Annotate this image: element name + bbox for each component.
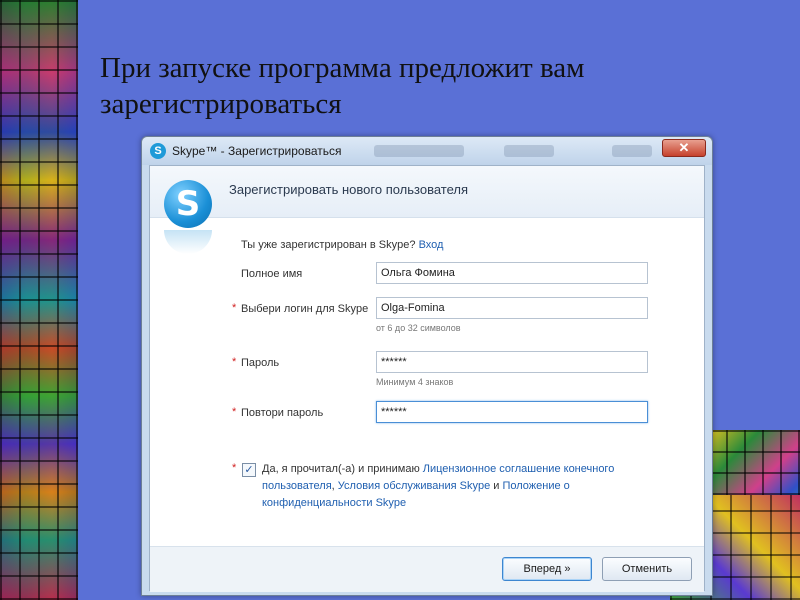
window-titlebar[interactable]: S Skype™ - Зарегистрироваться ✕ <box>142 137 712 165</box>
background-window-ghost <box>612 145 652 157</box>
comma-separator: , <box>331 480 335 492</box>
required-mark: * <box>232 302 237 314</box>
button-bar: Вперед » Отменить <box>150 546 704 592</box>
password-input[interactable] <box>376 351 648 373</box>
repeat-password-label: Повтори пароль <box>241 407 324 419</box>
repeat-password-input[interactable] <box>376 401 648 423</box>
full-name-label: Полное имя <box>241 268 303 280</box>
cancel-button[interactable]: Отменить <box>602 557 692 581</box>
window-client-area: Зарегистрировать нового пользователя S Т… <box>149 165 705 592</box>
password-label: Пароль <box>241 357 280 369</box>
skype-icon: S <box>150 143 166 159</box>
slide-title: При запуске программа предложит вам заре… <box>100 52 585 120</box>
and-text: и <box>493 480 500 492</box>
skype-register-window: S Skype™ - Зарегистрироваться ✕ Зарегист… <box>141 136 713 596</box>
close-button[interactable]: ✕ <box>662 139 706 157</box>
skype-logo-icon: S <box>164 180 212 228</box>
agreement-text: Да, я прочитал(-а) и принимаю Лицензионн… <box>262 461 662 512</box>
terms-link[interactable]: Условия обслуживания Skype <box>338 480 490 492</box>
full-name-input[interactable] <box>376 262 648 284</box>
background-window-ghost <box>374 145 464 157</box>
background-window-ghost <box>504 145 554 157</box>
agree-checkbox[interactable]: ✓ <box>242 463 256 477</box>
login-input[interactable] <box>376 297 648 319</box>
login-hint: от 6 до 32 символов <box>376 323 461 333</box>
window-title: Skype™ - Зарегистрироваться <box>172 144 342 158</box>
already-registered-line: Ты уже зарегистрирован в Skype? Вход <box>241 239 443 251</box>
password-hint: Минимум 4 знаков <box>376 377 454 387</box>
already-registered-text: Ты уже зарегистрирован в Skype? <box>241 239 416 251</box>
agree-text: Да, я прочитал(-а) и принимаю <box>262 463 420 475</box>
login-label: Выбери логин для Skype <box>241 303 369 315</box>
decorative-mosaic-left <box>0 0 78 600</box>
next-button[interactable]: Вперед » <box>502 557 592 581</box>
required-mark: * <box>232 406 237 418</box>
form-header: Зарегистрировать нового пользователя <box>229 182 469 197</box>
required-mark: * <box>232 356 237 368</box>
skype-logo-reflection <box>164 230 212 254</box>
login-link[interactable]: Вход <box>419 239 444 251</box>
required-mark: * <box>232 462 237 474</box>
header-band: Зарегистрировать нового пользователя <box>150 166 704 218</box>
